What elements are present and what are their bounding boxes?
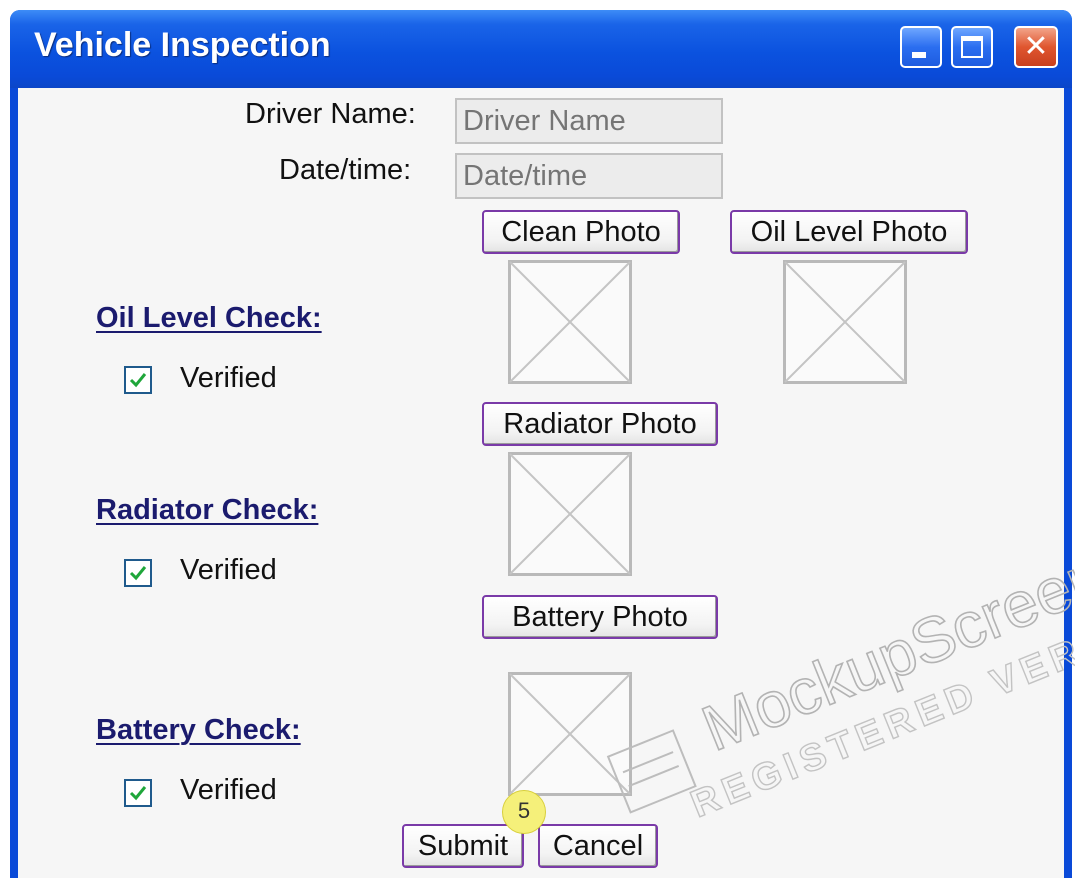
close-button[interactable]: ✕	[1014, 26, 1058, 68]
image-placeholder-icon	[508, 260, 632, 384]
oil-level-verified-checkbox[interactable]	[124, 366, 152, 394]
radiator-verified-checkbox[interactable]	[124, 559, 152, 587]
window-title: Vehicle Inspection	[34, 26, 331, 64]
driver-name-input[interactable]	[455, 98, 723, 144]
checkmark-icon	[129, 566, 147, 581]
image-placeholder-icon	[783, 260, 907, 384]
battery-section-title: Battery Check:	[96, 714, 301, 746]
oil-level-photo-button[interactable]: Oil Level Photo	[730, 210, 968, 254]
radiator-photo-button[interactable]: Radiator Photo	[482, 402, 718, 446]
datetime-input[interactable]	[455, 153, 723, 199]
maximize-icon	[961, 36, 983, 58]
oil-level-verified-label: Verified	[180, 362, 277, 394]
title-bar[interactable]: Vehicle Inspection ✕	[10, 10, 1072, 88]
image-placeholder-icon	[508, 452, 632, 576]
battery-verified-label: Verified	[180, 774, 277, 806]
cancel-button[interactable]: Cancel	[538, 824, 658, 868]
close-icon: ✕	[1023, 30, 1049, 63]
checkmark-icon	[129, 786, 147, 801]
radiator-verified-label: Verified	[180, 554, 277, 586]
driver-name-label: Driver Name:	[245, 98, 416, 130]
minimize-icon	[912, 52, 926, 58]
datetime-label: Date/time:	[279, 154, 412, 186]
app-window: Vehicle Inspection ✕ Driver Name: Date/t…	[10, 10, 1072, 878]
submit-button[interactable]: Submit	[402, 824, 524, 868]
clean-photo-button[interactable]: Clean Photo	[482, 210, 680, 254]
battery-verified-checkbox[interactable]	[124, 779, 152, 807]
image-placeholder-icon	[508, 672, 632, 796]
battery-photo-button[interactable]: Battery Photo	[482, 595, 718, 639]
radiator-section-title: Radiator Check:	[96, 494, 319, 526]
minimize-button[interactable]	[900, 26, 942, 68]
oil-level-section-title: Oil Level Check:	[96, 302, 322, 334]
maximize-button[interactable]	[951, 26, 993, 68]
form-area: Driver Name: Date/time: Clean Photo Oil …	[18, 88, 1064, 878]
annotation-badge: 5	[502, 790, 546, 834]
checkmark-icon	[129, 373, 147, 388]
